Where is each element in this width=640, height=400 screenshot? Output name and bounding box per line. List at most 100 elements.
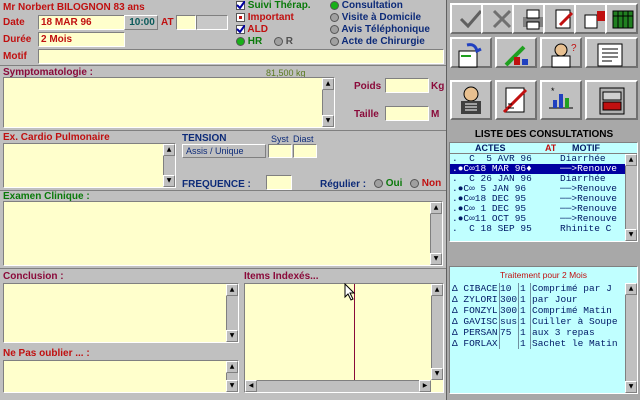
measure-chart-button[interactable] <box>495 80 537 120</box>
scroll-up-icon[interactable]: ▲ <box>226 361 238 373</box>
consult-acte: .●C∞ 5 JAN 96 <box>452 184 527 194</box>
vertical-scrollbar[interactable]: ▲ ▼ <box>430 202 442 265</box>
xray-button[interactable] <box>450 80 492 120</box>
consult-acte: .●C∞11 OCT 95 <box>452 214 527 224</box>
table-row[interactable]: .●C∞18 MAR 96♦ ──>Renouve <box>450 164 637 174</box>
taille-field[interactable] <box>385 106 429 121</box>
doctor-card-button[interactable]: ? <box>540 37 582 68</box>
scroll-up-icon[interactable]: ▲ <box>430 202 442 214</box>
date-field[interactable]: 18 MAR 96 <box>38 15 125 30</box>
regulier-label: Régulier : <box>320 179 367 190</box>
traitement-title: Traitement pour 2 Mois <box>499 270 588 280</box>
vertical-scrollbar[interactable]: ▲ ▼ <box>322 78 334 127</box>
r-radio[interactable]: R <box>274 36 293 48</box>
ald-checkbox[interactable]: ALD <box>236 24 268 36</box>
visit-telephone-radio[interactable]: Avis Téléphonique <box>330 24 430 36</box>
consult-acte: .●C∞ 1 DEC 95 <box>452 204 527 214</box>
scroll-up-icon[interactable]: ▲ <box>226 284 238 296</box>
time-field[interactable]: 10:00 <box>124 15 158 30</box>
list-item[interactable]: Δ FONZYL 300 1 Comprimé Matin <box>450 305 637 316</box>
suivi-therap-checkbox[interactable]: Suivi Thérap. <box>236 0 311 12</box>
table-row[interactable]: . C 18 SEP 95 Rhinite C <box>450 224 637 234</box>
regulier-non-radio[interactable]: Non <box>410 178 441 190</box>
frequence-field[interactable] <box>266 175 292 190</box>
tension-mode-button[interactable]: Assis / Unique <box>182 144 266 158</box>
letter-button[interactable] <box>585 37 638 68</box>
consultations-list[interactable]: ACTES AT MOTIF . C 5 AVR 96 Diarrhée .●C∞1… <box>449 142 638 242</box>
scroll-up-icon[interactable]: ▲ <box>431 284 443 296</box>
consult-motif: ──>Renouve <box>560 184 618 194</box>
table-row[interactable]: .●C∞11 OCT 95 ──>Renouve <box>450 214 637 224</box>
consult-motif: Diarrhée <box>560 154 606 164</box>
horizontal-scrollbar[interactable]: ◀ ▶ <box>245 380 431 392</box>
scroll-down-icon[interactable]: ▼ <box>163 175 175 187</box>
table-row[interactable]: .●C∞ 1 DEC 95 ──>Renouve <box>450 204 637 214</box>
important-checkbox[interactable]: Important <box>236 12 294 24</box>
regulier-oui-radio[interactable]: Oui <box>374 178 402 190</box>
vertical-scrollbar[interactable]: ▲ ▼ <box>625 283 637 393</box>
conclusion-textarea[interactable]: ▲ ▼ <box>3 283 239 343</box>
scroll-down-icon[interactable]: ▼ <box>322 115 334 127</box>
hr-radio[interactable]: HR <box>236 36 262 48</box>
archive-button[interactable] <box>585 80 638 120</box>
radio-off-icon <box>374 178 383 188</box>
scroll-down-icon[interactable]: ▼ <box>431 368 443 380</box>
examen-textarea[interactable]: ▲ ▼ <box>3 201 443 266</box>
scroll-down-icon[interactable]: ▼ <box>226 330 238 342</box>
taille-label: Taille <box>354 109 379 120</box>
prescription-button[interactable] <box>495 37 537 68</box>
list-item[interactable]: Δ FORLAX 1 Sachet le Matin <box>450 338 637 349</box>
vertical-scrollbar[interactable]: ▲ ▼ <box>226 284 238 342</box>
list-item[interactable]: Δ PERSAN 75 1 aux 3 repas <box>450 327 637 338</box>
hr-label: HR <box>247 36 263 47</box>
at-field[interactable] <box>176 15 196 30</box>
list-item[interactable]: Δ ZYLORI 300 1 par Jour <box>450 294 637 305</box>
duree-field[interactable]: 2 Mois <box>38 32 125 47</box>
list-item[interactable]: Δ CIBACE 10 1 Comprimé par J <box>450 283 637 294</box>
radio-off-icon <box>330 12 339 22</box>
table-row[interactable]: .●C∞18 DEC 95 ──>Renouve <box>450 194 637 204</box>
scroll-down-icon[interactable]: ▼ <box>226 380 238 392</box>
visit-domicile-radio[interactable]: Visite à Domicile <box>330 12 421 24</box>
vertical-scrollbar[interactable]: ▲ ▼ <box>226 361 238 392</box>
traitement-rows[interactable]: Δ CIBACE 10 1 Comprimé par JΔ ZYLORI 300 1 par… <box>450 283 637 349</box>
vertical-scrollbar[interactable]: ▲ ▼ <box>431 284 443 380</box>
consult-motif: Rhinite C <box>560 224 612 234</box>
treatment-drug: Δ FONZYL <box>452 305 498 316</box>
scroll-down-icon[interactable]: ▼ <box>430 253 442 265</box>
motif-field[interactable] <box>38 49 444 64</box>
table-row[interactable]: . C 5 AVR 96 Diarrhée <box>450 154 637 164</box>
visit-consultation-radio[interactable]: Consultation <box>330 0 403 12</box>
patient-record-button[interactable] <box>450 37 492 68</box>
treatment-posology: aux 3 repas <box>532 327 595 338</box>
table-row[interactable]: . C 26 JAN 96 Diarrhée <box>450 174 637 184</box>
scroll-down-icon[interactable]: ▼ <box>625 229 637 241</box>
scroll-right-icon[interactable]: ▶ <box>419 380 431 392</box>
syst-field[interactable] <box>268 144 292 158</box>
scroll-up-icon[interactable]: ▲ <box>625 283 637 295</box>
scroll-up-icon[interactable]: ▲ <box>163 144 175 156</box>
diast-field[interactable] <box>293 144 317 158</box>
poids-field[interactable] <box>385 78 429 93</box>
taille-unit: M <box>431 109 440 120</box>
nepasoublier-textarea[interactable]: ▲ ▼ <box>3 360 239 393</box>
vertical-scrollbar[interactable]: ▲ ▼ <box>625 154 637 241</box>
radio-on-icon <box>236 36 245 46</box>
calendar-button[interactable] <box>605 3 638 34</box>
treatment-posology: Cuiller à Soupe <box>532 316 618 327</box>
frequence-label: FREQUENCE : <box>182 179 251 190</box>
scroll-up-icon[interactable]: ▲ <box>625 154 637 166</box>
stats-icon: * <box>549 86 573 109</box>
at-extra-field[interactable] <box>196 15 228 30</box>
scroll-left-icon[interactable]: ◀ <box>245 380 257 392</box>
stats-button[interactable]: * <box>540 80 582 120</box>
consult-motif: ──>Renouve <box>560 204 618 214</box>
scroll-up-icon[interactable]: ▲ <box>322 78 334 90</box>
visit-chirurgie-radio[interactable]: Acte de Chirurgie <box>330 36 425 48</box>
scroll-down-icon[interactable]: ▼ <box>625 381 637 393</box>
table-row[interactable]: .●C∞ 5 JAN 96 ──>Renouve <box>450 184 637 194</box>
vertical-scrollbar[interactable]: ▲ ▼ <box>163 144 175 187</box>
list-item[interactable]: Δ GAVISC sus 1 Cuiller à Soupe <box>450 316 637 327</box>
cardio-textarea[interactable]: ▲ ▼ <box>3 143 176 188</box>
symptomatologie-textarea[interactable]: ▲ ▼ <box>3 77 335 128</box>
